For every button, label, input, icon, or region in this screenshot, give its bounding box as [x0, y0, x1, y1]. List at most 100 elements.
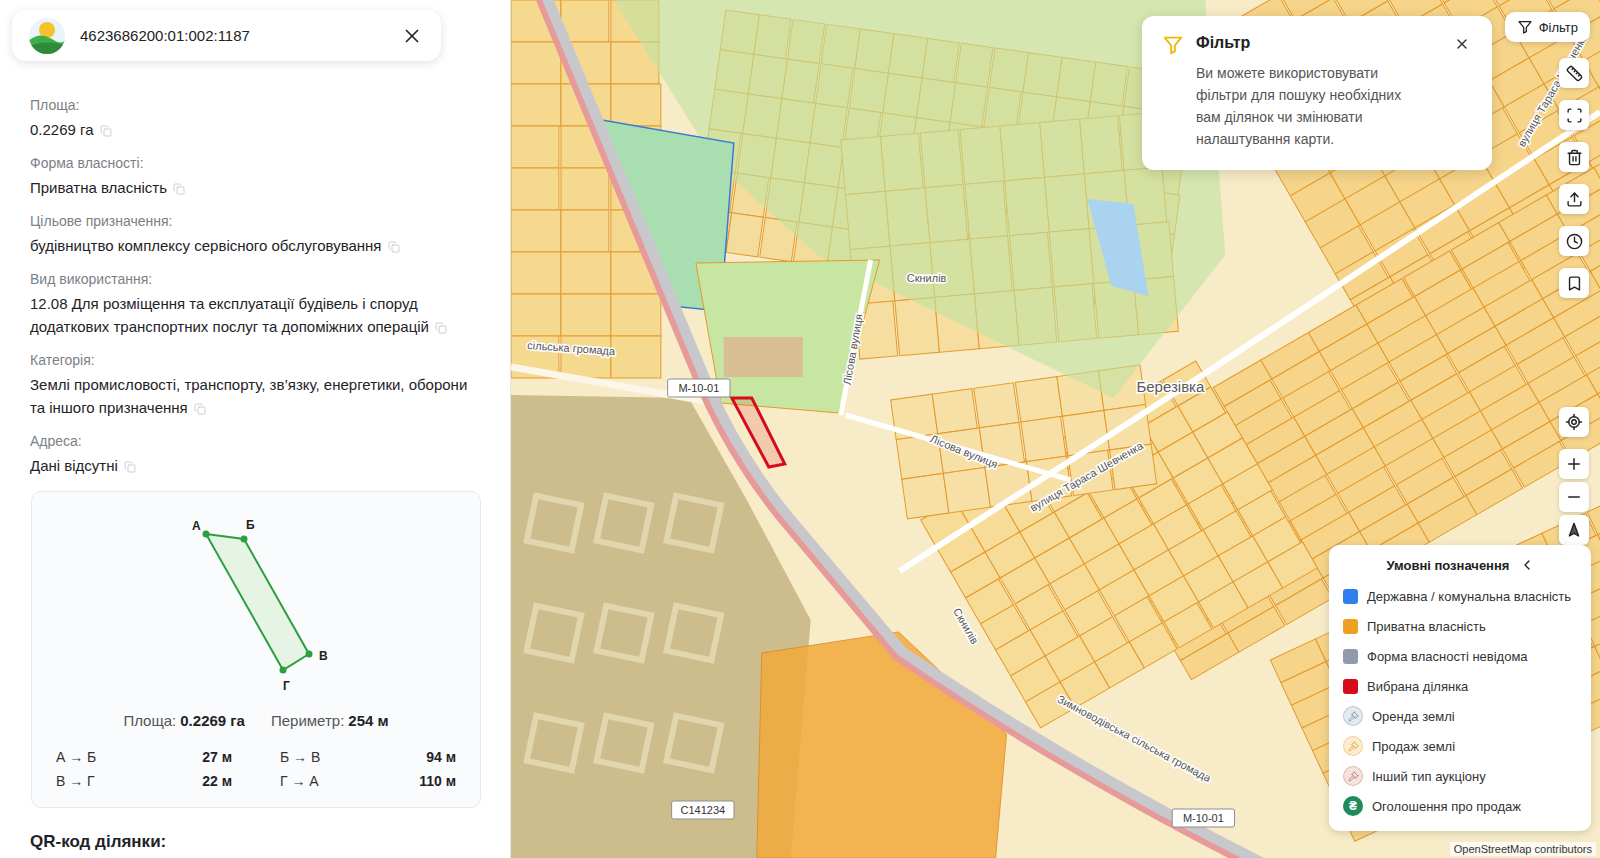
vertex: Г: [280, 667, 291, 694]
legend-item: Продаж землі: [1343, 735, 1579, 757]
locate-button[interactable]: [1559, 407, 1589, 437]
parcel-grid[interactable]: [921, 360, 1318, 728]
zoom-in-button[interactable]: [1559, 449, 1589, 479]
field-square: [527, 496, 582, 551]
shape-summary: Площа:0.2269 га Периметр:254 м: [56, 712, 456, 729]
field-square: [527, 606, 582, 661]
auction-badge: [1343, 766, 1363, 786]
logo-icon: [28, 17, 66, 55]
copy-icon: [435, 322, 447, 334]
trash-icon: [1566, 149, 1583, 166]
area-icon: [1566, 107, 1583, 124]
popup-close-button[interactable]: [1452, 34, 1472, 54]
plus-icon: [1565, 455, 1583, 473]
street-label: Скнилів: [907, 272, 947, 284]
legend-item: Вибрана ділянка: [1343, 675, 1579, 697]
legend-swatch: [1343, 649, 1358, 664]
street-label: вулиця Тараса Шевченка: [1028, 439, 1146, 514]
map-tools: [1559, 58, 1589, 298]
road-badge: М-10-01: [1172, 809, 1234, 827]
area-summary: Площа:0.2269 га: [123, 712, 245, 729]
map-tool-button[interactable]: [1559, 268, 1589, 298]
parcel-grid[interactable]: [1270, 364, 1600, 841]
map-tool-button[interactable]: [1559, 100, 1589, 130]
svg-text:М-10-01: М-10-01: [678, 382, 719, 394]
map-zoom-tools: [1559, 407, 1589, 545]
popup-text: Ви можете використовувати фільтри для по…: [1196, 62, 1428, 150]
parcel-shape: АБВГ: [56, 504, 456, 700]
field-square: [527, 716, 582, 771]
qr-title: QR-код ділянки:: [30, 832, 480, 852]
legend-item: Форма власності невідома: [1343, 645, 1579, 667]
map-tool-button[interactable]: [1559, 58, 1589, 88]
filter-button[interactable]: Фільтр: [1505, 12, 1590, 42]
gavel-icon: [1348, 741, 1359, 752]
field-square: [667, 496, 722, 551]
page: 4623686200:01:002:1187Площа:0.2269 гаФор…: [0, 0, 1600, 858]
measure-icon: [1566, 65, 1583, 82]
map-tool-button[interactable]: [1559, 142, 1589, 172]
brown-plot[interactable]: [724, 337, 803, 377]
field-label: Цільове призначення:: [30, 211, 480, 231]
side-row: Б → В94 м: [280, 749, 456, 765]
parcel-field: Вид використання: 12.08 Для розміщення та…: [30, 269, 480, 338]
side-row: А → Б27 м: [56, 749, 232, 765]
copy-button[interactable]: [173, 183, 185, 195]
field-square: [667, 606, 722, 661]
copy-button[interactable]: [100, 125, 112, 137]
parcel-field: Форма власності:Приватна власність: [30, 153, 480, 199]
street-label: Скнилів: [951, 606, 981, 646]
copy-button[interactable]: [388, 241, 400, 253]
gavel-icon: [1348, 771, 1359, 782]
side-row: В → Г22 м: [56, 773, 232, 789]
legend: Умовні позначення Державна / комунальна в…: [1329, 545, 1591, 831]
field-square: [597, 606, 652, 661]
legend-item: Приватна власність: [1343, 615, 1579, 637]
legend-header[interactable]: Умовні позначення: [1343, 557, 1579, 573]
map-tool-button[interactable]: [1559, 184, 1589, 214]
perimeter-summary: Периметр:254 м: [271, 712, 389, 729]
svg-text:Б: Б: [246, 518, 255, 532]
legend-swatch: [1343, 589, 1358, 604]
copy-icon: [173, 183, 185, 195]
copy-button[interactable]: [435, 322, 447, 334]
copy-icon: [124, 461, 136, 473]
copy-button[interactable]: [194, 403, 206, 415]
field-value: 12.08 Для розміщення та експлуатації буд…: [30, 292, 480, 338]
close-button[interactable]: [397, 21, 427, 51]
parcel-panel: 4623686200:01:002:1187Площа:0.2269 гаФор…: [0, 0, 511, 858]
orange-area[interactable]: [757, 632, 1007, 858]
cadastral-number: 4623686200:01:002:1187: [80, 27, 383, 44]
gavel-icon: [1348, 711, 1359, 722]
svg-text:А: А: [192, 519, 201, 533]
side-row: Г → А110 м: [280, 773, 456, 789]
parcel-fields: Площа:0.2269 гаФорма власності:Приватна …: [0, 61, 510, 477]
region-label: сільська громада: [527, 339, 616, 357]
legend-item: Інший тип аукціону: [1343, 765, 1579, 787]
copy-icon: [100, 125, 112, 137]
compass-button[interactable]: [1559, 515, 1589, 545]
street-label: Лісова вулиця: [929, 432, 1000, 470]
selected-parcel[interactable]: [732, 398, 785, 467]
field-value: Землі промисловості, транспорту, зв’язку…: [30, 373, 480, 419]
street-label: вулиця Тараса Шевченка: [1515, 31, 1590, 149]
field-label: Форма власності:: [30, 153, 480, 173]
map-tool-button[interactable]: [1559, 226, 1589, 256]
street-label: Лісова вулиця: [841, 313, 865, 386]
field-label: Вид використання:: [30, 269, 480, 289]
filter-icon: [1517, 19, 1533, 35]
legend-item: Державна / комунальна власність: [1343, 585, 1579, 607]
upload-icon: [1566, 191, 1583, 208]
region-label: Зимноводівська сільська громада: [1056, 693, 1214, 785]
lake: [1087, 199, 1148, 296]
parcel-chip: 4623686200:01:002:1187: [12, 10, 441, 61]
copy-icon: [194, 403, 206, 415]
map-attribution[interactable]: OpenStreetMap contributors: [1450, 842, 1596, 856]
close-icon: [401, 25, 423, 47]
sides-grid: А → Б27 м Б → В94 м В → Г22 м Г → А110 м: [56, 749, 456, 789]
announcement-badge: ₴: [1343, 796, 1363, 816]
auction-badge: [1343, 706, 1363, 726]
zoom-out-button[interactable]: [1559, 482, 1589, 512]
copy-button[interactable]: [124, 461, 136, 473]
map[interactable]: М-10-01М-10-01С141234БерезівкаЛісова вул…: [511, 0, 1600, 858]
